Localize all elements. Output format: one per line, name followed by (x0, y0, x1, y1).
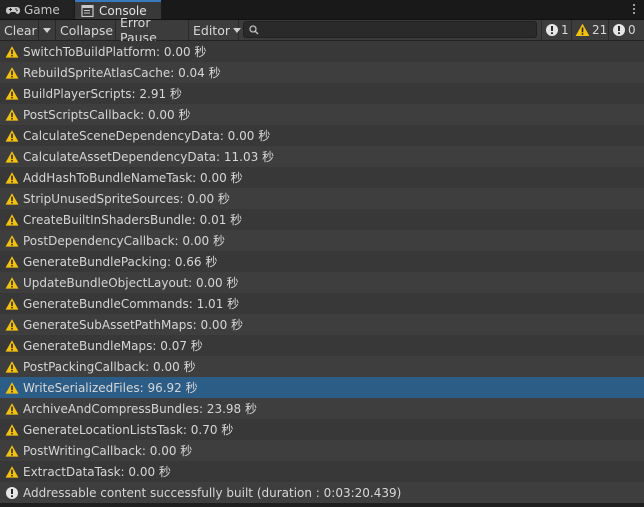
warning-count: 21 (592, 23, 608, 37)
console-toolbar: Clear Collapse Error Pause Editor 1 21 0 (0, 15, 644, 45)
log-entry[interactable]: ArchiveAndCompressBundles: 23.98 秒 (0, 398, 644, 419)
warning-icon (5, 66, 19, 79)
log-entry[interactable]: BuildPlayerScripts: 2.91 秒 (0, 83, 644, 104)
log-entry-text: GenerateSubAssetPathMaps: 0.00 秒 (23, 318, 244, 332)
tab-game-label: Game (24, 2, 60, 17)
log-entry[interactable]: CalculateAssetDependencyData: 11.03 秒 (0, 146, 644, 167)
warning-icon (5, 150, 19, 163)
log-entry-text: GenerateBundleCommands: 1.01 秒 (23, 297, 240, 311)
log-entry[interactable]: PostDependencyCallback: 0.00 秒 (0, 230, 644, 251)
search-icon (249, 25, 259, 35)
log-entry[interactable]: GenerateBundleCommands: 1.01 秒 (0, 293, 644, 314)
warning-icon (5, 360, 19, 373)
log-entry-text: BuildPlayerScripts: 2.91 秒 (23, 87, 182, 101)
log-entry-text: ExtractDataTask: 0.00 秒 (23, 465, 171, 479)
tab-game[interactable]: Game (0, 0, 74, 19)
clear-options-dropdown[interactable] (39, 20, 56, 40)
log-entry[interactable]: GenerateSubAssetPathMaps: 0.00 秒 (0, 314, 644, 335)
warning-icon (5, 423, 19, 436)
log-entry-text: SwitchToBuildPlatform: 0.00 秒 (23, 45, 207, 59)
log-entry-text: PostDependencyCallback: 0.00 秒 (23, 234, 225, 248)
editor-dropdown-label: Editor (193, 22, 230, 38)
log-entry[interactable]: WriteSerializedFiles: 96.92 秒 (0, 377, 644, 398)
log-entry-text: CreateBuiltInShadersBundle: 0.01 秒 (23, 213, 243, 227)
log-entry[interactable]: CalculateSceneDependencyData: 0.00 秒 (0, 125, 644, 146)
log-entry-text: WriteSerializedFiles: 96.92 秒 (23, 381, 198, 395)
log-entry-text: StripUnusedSpriteSources: 0.00 秒 (23, 192, 230, 206)
log-count-toggle[interactable]: 1 (541, 20, 571, 40)
error-count-toggle[interactable]: 0 (608, 20, 644, 40)
chevron-down-icon (233, 27, 241, 33)
error-count: 0 (628, 23, 636, 37)
editor-dropdown[interactable]: Editor (189, 20, 241, 40)
log-entry-text: Addressable content successfully built (… (23, 485, 402, 500)
warning-icon (5, 108, 19, 121)
log-entry[interactable]: PostWritingCallback: 0.00 秒 (0, 440, 644, 461)
log-entry[interactable]: AddHashToBundleNameTask: 0.00 秒 (0, 167, 644, 188)
warning-icon (5, 234, 19, 247)
warning-icon (5, 297, 19, 310)
console-icon (81, 4, 94, 17)
warning-icon (5, 129, 19, 142)
log-entry[interactable]: RebuildSpriteAtlasCache: 0.04 秒 (0, 62, 644, 83)
more-options-icon[interactable] (628, 1, 640, 17)
log-entry-text: AddHashToBundleNameTask: 0.00 秒 (23, 171, 243, 185)
error-pause-toggle[interactable]: Error Pause (116, 15, 189, 45)
log-entry[interactable]: GenerateBundleMaps: 0.07 秒 (0, 335, 644, 356)
log-entry[interactable]: CreateBuiltInShadersBundle: 0.01 秒 (0, 209, 644, 230)
clear-button[interactable]: Clear (0, 20, 39, 40)
warning-icon (5, 87, 19, 100)
gamepad-icon (6, 6, 20, 14)
warning-icon (5, 213, 19, 226)
log-entry-text: ArchiveAndCompressBundles: 23.98 秒 (23, 402, 257, 416)
collapse-toggle[interactable]: Collapse (56, 20, 116, 40)
warning-icon (5, 318, 19, 331)
log-entry-text: PostScriptsCallback: 0.00 秒 (23, 108, 191, 122)
error-icon (613, 24, 625, 36)
log-entry[interactable]: StripUnusedSpriteSources: 0.00 秒 (0, 188, 644, 209)
warning-icon (5, 381, 19, 394)
log-entry[interactable]: PostPackingCallback: 0.00 秒 (0, 356, 644, 377)
warning-icon (5, 402, 19, 415)
log-entry-text: GenerateBundleMaps: 0.07 秒 (23, 339, 203, 353)
chevron-down-icon (43, 27, 51, 33)
search-input[interactable] (262, 22, 532, 37)
warning-icon (5, 255, 19, 268)
tab-bar: Game Console (0, 0, 644, 20)
log-entry[interactable]: Addressable content successfully built (… (0, 482, 644, 503)
log-entry-text: GenerateLocationListsTask: 0.70 秒 (23, 423, 234, 437)
warning-icon (5, 171, 19, 184)
warning-icon (5, 45, 19, 58)
log-entry-text: CalculateAssetDependencyData: 11.03 秒 (23, 150, 275, 164)
console-log-list[interactable]: SwitchToBuildPlatform: 0.00 秒 RebuildSpri… (0, 41, 644, 507)
log-entry-text: PostPackingCallback: 0.00 秒 (23, 360, 196, 374)
collapse-toggle-label: Collapse (60, 22, 114, 38)
warning-icon (5, 339, 19, 352)
log-entry[interactable]: GenerateBundlePacking: 0.66 秒 (0, 251, 644, 272)
log-entry-text: CalculateSceneDependencyData: 0.00 秒 (23, 129, 271, 143)
log-entry-text: GenerateBundlePacking: 0.66 秒 (23, 255, 218, 269)
info-icon (6, 486, 18, 499)
log-entry[interactable]: ExtractDataTask: 0.00 秒 (0, 461, 644, 482)
warning-icon (5, 192, 19, 205)
log-entry[interactable]: PostScriptsCallback: 0.00 秒 (0, 104, 644, 125)
log-entry[interactable]: UpdateBundleObjectLayout: 0.00 秒 (0, 272, 644, 293)
log-entry-text: PostWritingCallback: 0.00 秒 (23, 444, 193, 458)
log-entry-text: UpdateBundleObjectLayout: 0.00 秒 (23, 276, 239, 290)
search-field[interactable] (243, 21, 537, 38)
log-entry[interactable]: SwitchToBuildPlatform: 0.00 秒 (0, 41, 644, 62)
warning-icon (5, 465, 19, 478)
clear-button-label: Clear (4, 22, 37, 38)
warning-icon (5, 444, 19, 457)
warning-count-toggle[interactable]: 21 (571, 20, 608, 40)
warning-icon (575, 23, 590, 36)
log-count: 1 (561, 23, 569, 37)
info-icon (546, 24, 558, 36)
log-entry[interactable]: GenerateLocationListsTask: 0.70 秒 (0, 419, 644, 440)
log-entry-text: RebuildSpriteAtlasCache: 0.04 秒 (23, 66, 221, 80)
warning-icon (5, 276, 19, 289)
